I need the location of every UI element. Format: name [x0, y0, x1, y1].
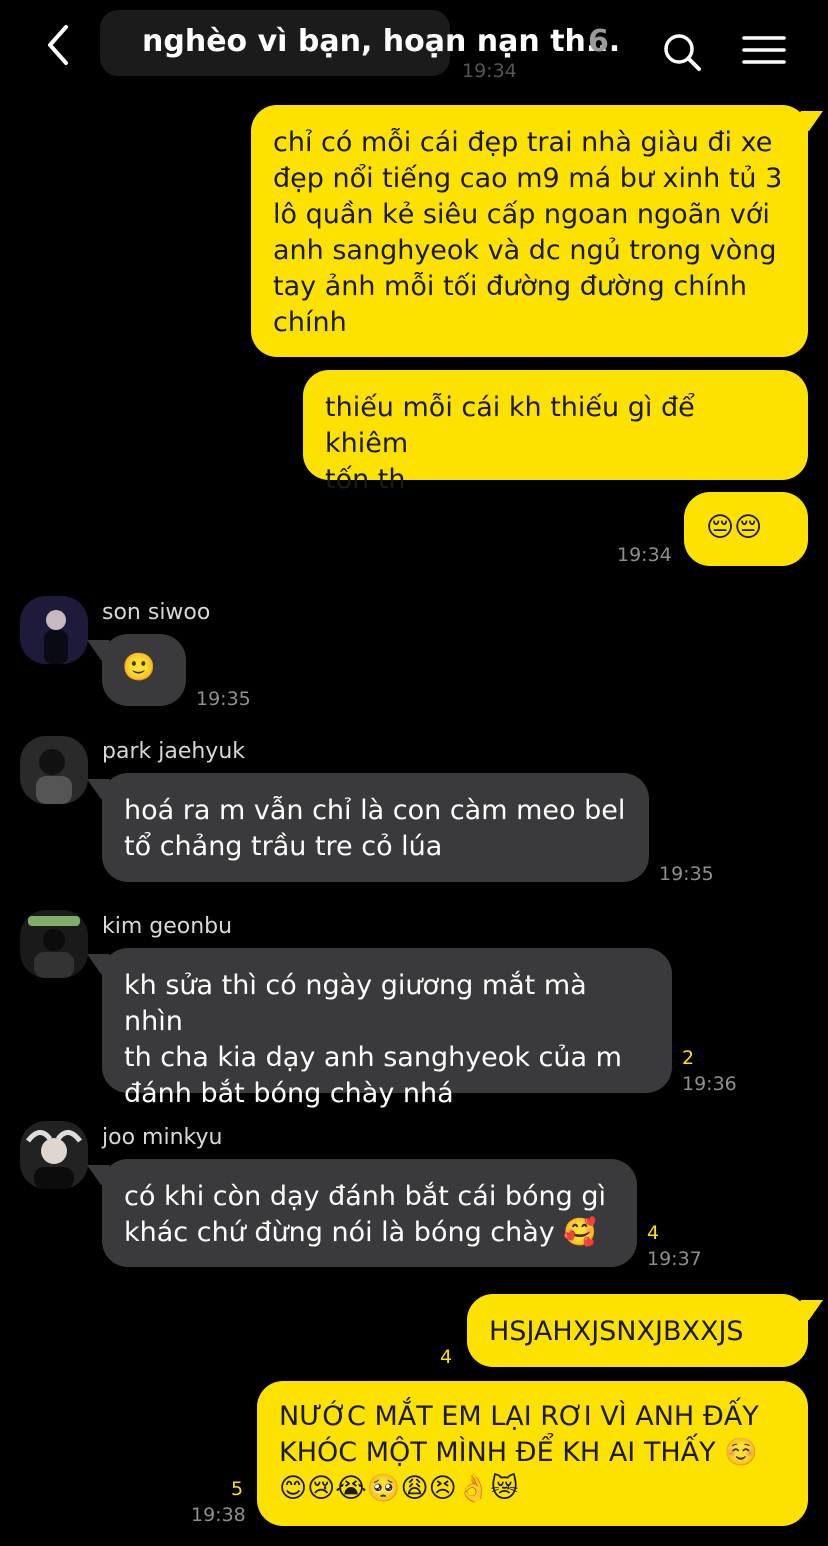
my-message-bubble[interactable]: HSJAHXJSNXJBXXJS: [467, 1294, 808, 1367]
their-message-bubble[interactable]: 🙂: [102, 634, 186, 706]
message-text: kh sửa thì có ngày giương mắt mà nhìn th…: [124, 970, 622, 1109]
search-icon: [664, 34, 701, 71]
their-message-bubble[interactable]: có khi còn dạy đánh bắt cái bóng gì khác…: [102, 1159, 637, 1267]
their-message-bubble[interactable]: hoá ra m vẫn chỉ là con càm meo bel tổ c…: [102, 773, 649, 882]
message-text: HSJAHXJSNXJBXXJS: [489, 1316, 744, 1347]
their-message-bubble[interactable]: kh sửa thì có ngày giương mắt mà nhìn th…: [102, 948, 672, 1109]
message-text: có khi còn dạy đánh bắt cái bóng gì khác…: [124, 1181, 607, 1248]
message-text: hoá ra m vẫn chỉ là con càm meo bel tổ c…: [124, 795, 626, 862]
profile-photo: [20, 736, 88, 804]
message-time: 19:37: [647, 1248, 702, 1270]
message-text: NƯỚC MẮT EM LẠI RƠI VÌ ANH ĐẤY KHÓC MỘT …: [279, 1401, 759, 1504]
profile-photo: [20, 1121, 88, 1189]
menu-button[interactable]: [742, 30, 786, 74]
profile-photo: [20, 596, 88, 664]
sender-name: joo minkyu: [102, 1125, 223, 1150]
unread-count: 4: [647, 1222, 660, 1244]
my-message-bubble[interactable]: 😔😔: [684, 492, 808, 566]
chevron-left-icon: [48, 25, 68, 65]
sender-name: park jaehyuk: [102, 739, 245, 764]
message-time: 19:35: [659, 863, 714, 885]
my-message-bubble[interactable]: NƯỚC MẮT EM LẠI RƠI VÌ ANH ĐẤY KHÓC MỘT …: [257, 1381, 808, 1526]
message-text: chỉ có mỗi cái đẹp trai nhà giàu đi xe đ…: [273, 127, 783, 338]
my-message-bubble[interactable]: chỉ có mỗi cái đẹp trai nhà giàu đi xe đ…: [251, 105, 808, 357]
search-button[interactable]: [660, 30, 704, 74]
sender-name: kim geonbu: [102, 914, 233, 939]
member-count: 6: [588, 24, 609, 59]
sender-name: son siwoo: [102, 600, 211, 625]
message-text: thiếu mỗi cái kh thiếu gì để khiêm tốn t…: [325, 392, 695, 495]
message-time: 19:38: [191, 1504, 246, 1526]
background-message-time: 19:34: [462, 60, 517, 82]
message-time: 19:36: [682, 1073, 737, 1095]
chat-title[interactable]: nghèo vì bạn, hoạn nạn th...: [142, 24, 620, 59]
message-text: 😔😔: [706, 512, 763, 543]
message-text: 🙂: [122, 652, 156, 683]
unread-count: 5: [231, 1478, 244, 1500]
message-time: 19:34: [617, 544, 672, 566]
avatar-joo-minkyu[interactable]: [20, 1121, 88, 1189]
my-message-bubble[interactable]: thiếu mỗi cái kh thiếu gì để khiêm tốn t…: [303, 370, 808, 495]
unread-count: 2: [682, 1047, 695, 1069]
unread-count: 4: [440, 1346, 453, 1368]
back-button[interactable]: [40, 22, 80, 68]
message-time: 19:35: [196, 688, 251, 710]
avatar-son-siwoo[interactable]: [20, 596, 88, 664]
profile-photo: [20, 910, 88, 978]
avatar-park-jaehyuk[interactable]: [20, 736, 88, 804]
menu-icon: [742, 36, 786, 64]
avatar-kim-geonbu[interactable]: [20, 910, 88, 978]
